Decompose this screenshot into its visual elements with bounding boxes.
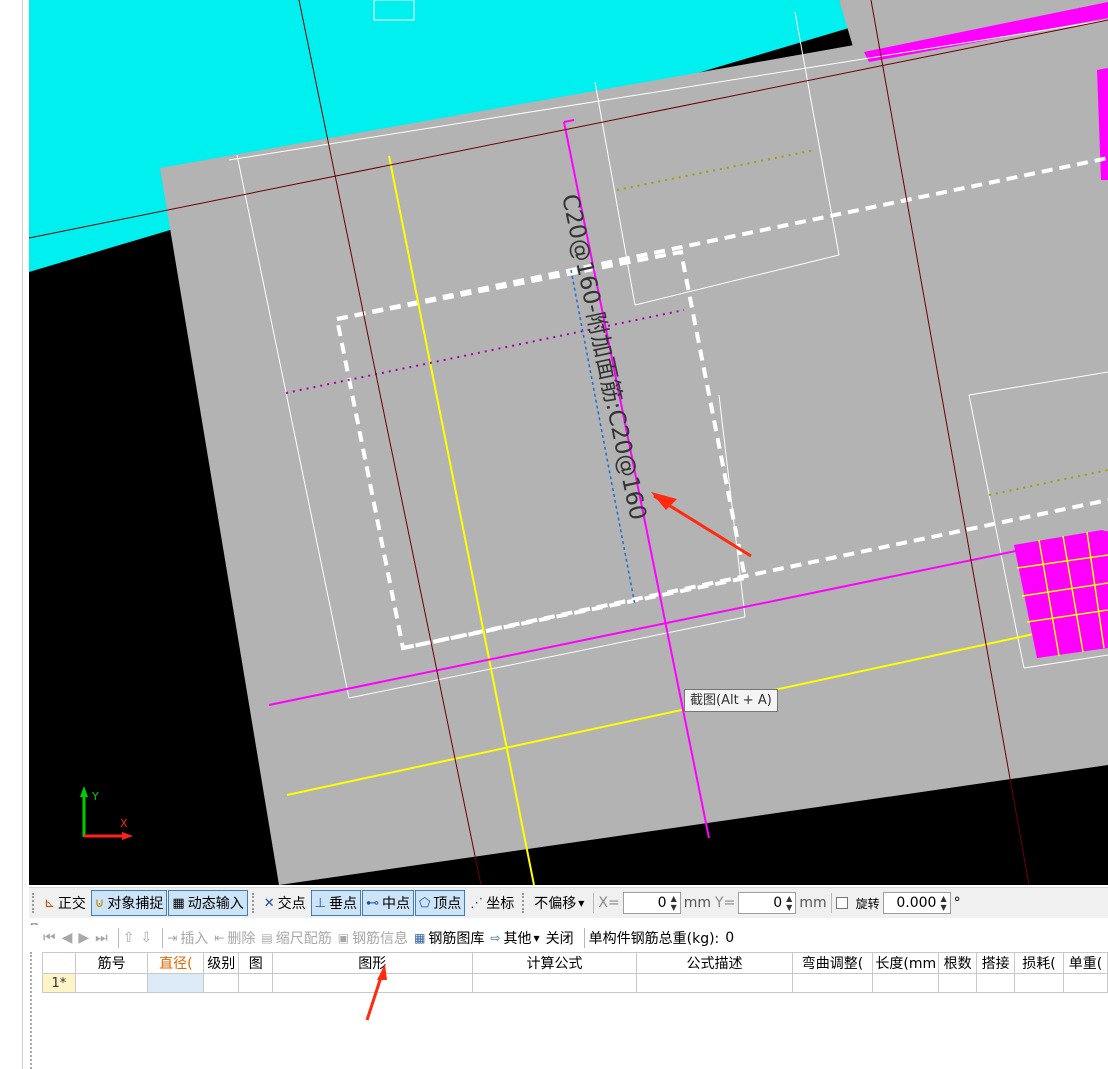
drawing-canvas[interactable]: C20@160-附加面筋:C20@160 Y X 截图(Alt + A): [29, 0, 1108, 885]
midpoint-snap[interactable]: ⊷ 中点: [361, 890, 414, 916]
intersection-snap[interactable]: ✕ 交点: [260, 890, 310, 916]
column-header[interactable]: 公式描述: [636, 952, 793, 974]
prev-record-icon[interactable]: ◀: [62, 930, 73, 946]
table-cell[interactable]: [147, 973, 205, 993]
x-axis-label: X: [120, 817, 128, 830]
drawing-svg: C20@160-附加面筋:C20@160 Y X: [29, 0, 1108, 885]
first-record-icon[interactable]: ⏮: [43, 930, 56, 946]
total-weight-label: 单构件钢筋总重(kg): 0: [588, 930, 735, 947]
magnet-icon: ⊍: [94, 895, 105, 911]
move-down-icon[interactable]: ⇩: [141, 930, 153, 946]
dropdown-arrow-icon: ▼: [533, 933, 540, 943]
table-cell[interactable]: [1014, 973, 1064, 993]
column-header[interactable]: 单重(: [1062, 952, 1108, 974]
column-header[interactable]: 长度(mm: [872, 952, 940, 974]
table-cell[interactable]: [1062, 973, 1108, 993]
close-button[interactable]: 关闭: [546, 928, 574, 948]
table-cell[interactable]: [872, 973, 940, 993]
table-row[interactable]: 1*: [42, 973, 1108, 993]
ortho-toggle[interactable]: ⊾ 正交: [40, 890, 90, 916]
other-menu-button[interactable]: ⇨ 其他 ▼: [490, 928, 539, 948]
intersection-icon: ✕: [263, 895, 275, 911]
y-label: Y=: [715, 895, 736, 911]
degree-symbol: °: [953, 895, 961, 911]
midpoint-icon: ⊷: [365, 895, 379, 911]
insert-button[interactable]: ⇥ 插入: [167, 928, 208, 948]
library-icon: ▦: [414, 931, 426, 945]
column-header[interactable]: 直径(: [147, 952, 205, 974]
info-icon: ▣: [337, 931, 350, 945]
perpendicular-icon: ⊥: [314, 895, 326, 911]
spinner-icon: ▲ ▼: [940, 894, 947, 912]
dropdown-arrow-icon: ▼: [578, 898, 585, 908]
rebar-grid: 筋号 直径( 级别 图 图形 计算公式 公式描述 弯曲调整( 长度(mm 根数 …: [42, 952, 1108, 993]
column-header[interactable]: 根数: [938, 952, 978, 974]
table-cell[interactable]: [791, 973, 874, 993]
x-label: X=: [598, 895, 620, 911]
table-cell[interactable]: [976, 973, 1016, 993]
x-input[interactable]: 0 ▲ ▼: [622, 892, 681, 914]
rebar-toolbar: ⏮ ◀ ▶ ⏭ ⇧ ⇩ ⇥ 插入 ⇤ 删除 ▤ 缩尺配筋 ▣ 钢筋信息 ▦ 钢筋图库 ⇨ 其…: [29, 925, 1108, 951]
vertex-icon: ⬠: [418, 895, 431, 911]
table-cell[interactable]: [203, 973, 240, 993]
other-icon: ⇨: [490, 931, 501, 945]
y-input[interactable]: 0 ▲ ▼: [738, 892, 797, 914]
annotation-arrow-grid: [365, 964, 387, 1021]
delete-button[interactable]: ⇤ 删除: [214, 928, 255, 948]
column-header[interactable]: 搭接: [976, 952, 1016, 974]
column-header[interactable]: 筋号: [74, 952, 149, 974]
column-header[interactable]: 图: [238, 952, 274, 974]
move-up-icon[interactable]: ⇧: [123, 930, 135, 946]
column-header[interactable]: 损耗(: [1014, 952, 1064, 974]
coordinate-snap[interactable]: ⋰ 坐标: [466, 890, 518, 916]
left-panel-edge: [0, 0, 23, 1069]
rebar-info-button[interactable]: ▣ 钢筋信息: [338, 928, 408, 948]
column-header[interactable]: 弯曲调整(: [791, 952, 874, 974]
rebar-table: 筋号 直径( 级别 图 图形 计算公式 公式描述 弯曲调整( 长度(mm 根数 …: [42, 952, 1108, 1069]
table-cell[interactable]: [938, 973, 978, 993]
spinner-icon: ▲ ▼: [670, 894, 677, 912]
row-number[interactable]: 1*: [42, 973, 76, 993]
screenshot-tooltip: 截图(Alt + A): [684, 689, 778, 712]
keyboard-icon: ▦: [172, 895, 185, 911]
snap-status-bar: ⊾ 正交 ⊍ 对象捕捉 ▦ 动态输入 ✕ 交点 ⊥ 垂点 ⊷ 中点 ⬠ 顶点 ⋰ 坐标 不偏移 ▼…: [29, 887, 1108, 918]
table-cell[interactable]: [636, 973, 793, 993]
column-header[interactable]: 计算公式: [471, 952, 638, 974]
rotate-checkbox[interactable]: [835, 897, 848, 909]
column-header[interactable]: 级别: [203, 952, 240, 974]
rebar-library-button[interactable]: ▦ 钢筋图库: [414, 928, 484, 948]
rotate-label: 旋转: [855, 896, 880, 911]
table-cell[interactable]: [238, 973, 274, 993]
table-cell[interactable]: [471, 973, 638, 993]
last-record-icon[interactable]: ⏭: [95, 930, 108, 946]
vertex-snap[interactable]: ⬠ 顶点: [414, 890, 466, 916]
coordinate-icon: ⋰: [470, 895, 484, 911]
total-weight-value: 0: [725, 930, 735, 946]
scale-icon: ▤: [261, 931, 273, 945]
x-unit: mm: [683, 895, 712, 911]
y-axis-label: Y: [91, 790, 99, 803]
ortho-icon: ⊾: [44, 895, 55, 911]
offset-select[interactable]: 不偏移 ▼: [530, 890, 588, 916]
table-cell[interactable]: [74, 973, 149, 993]
spinner-icon: ▲ ▼: [786, 894, 793, 912]
scale-rebar-button[interactable]: ▤ 缩尺配筋: [261, 928, 331, 948]
insert-row-icon: ⇥: [167, 931, 178, 945]
rotate-input[interactable]: 0.000 ▲ ▼: [882, 892, 951, 914]
y-unit: mm: [799, 895, 827, 911]
perpendicular-snap[interactable]: ⊥ 垂点: [310, 890, 361, 916]
delete-row-icon: ⇤: [214, 931, 225, 945]
dynamic-input-toggle[interactable]: ▦ 动态输入: [168, 890, 248, 916]
table-header: 筋号 直径( 级别 图 图形 计算公式 公式描述 弯曲调整( 长度(mm 根数 …: [42, 952, 1108, 974]
header-corner[interactable]: [42, 952, 76, 974]
next-record-icon[interactable]: ▶: [78, 930, 89, 946]
snap-toggle[interactable]: ⊍ 对象捕捉: [90, 890, 168, 916]
